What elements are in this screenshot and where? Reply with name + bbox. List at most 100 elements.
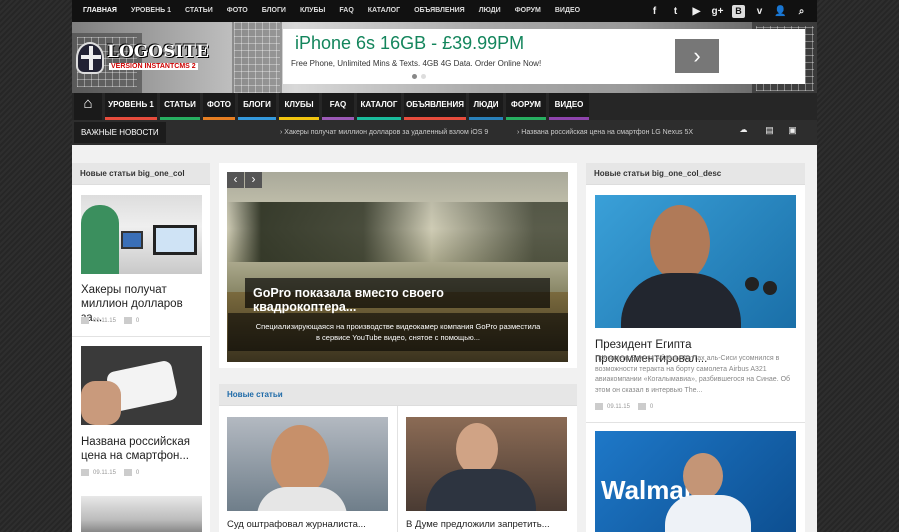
logo-subtitle: VERSION INSTANTCMS 2 bbox=[109, 63, 198, 70]
thumbnail-shape bbox=[121, 231, 143, 249]
article-title[interactable]: Суд оштрафовал журналиста... bbox=[227, 518, 392, 532]
article-title[interactable]: В Думе предложили запретить... bbox=[406, 518, 571, 532]
thumbnail-shape bbox=[683, 453, 723, 499]
thumbnail-shape bbox=[257, 487, 347, 511]
thumbnail-shape bbox=[763, 281, 777, 295]
facebook-icon[interactable]: f bbox=[645, 2, 664, 20]
thumbnail-shape bbox=[81, 205, 119, 274]
ad-arrow-button[interactable]: › bbox=[675, 39, 719, 73]
thumbnail-shape bbox=[456, 423, 498, 475]
thumbnail-shape bbox=[81, 381, 121, 425]
mainnav-level1[interactable]: Уровень 1 bbox=[105, 93, 157, 120]
topnav-catalog[interactable]: Каталог bbox=[361, 0, 407, 22]
mainnav-catalog[interactable]: Каталог bbox=[357, 93, 401, 120]
vk-icon[interactable]: В bbox=[732, 4, 745, 18]
ad-dot[interactable] bbox=[421, 74, 426, 79]
article-thumbnail[interactable] bbox=[595, 195, 796, 328]
mainnav-clubs-label: Клубы bbox=[284, 100, 314, 109]
news-ticker-item[interactable]: › Названа российская цена на смартфон LG… bbox=[517, 120, 693, 145]
mainnav-photo-label: Фото bbox=[207, 100, 231, 109]
center-articles: Новые статьи Суд оштрафовал журналиста..… bbox=[219, 384, 577, 532]
article-comments: 0 bbox=[649, 403, 654, 410]
vimeo-icon[interactable]: v bbox=[750, 2, 769, 20]
ad-banner[interactable]: iPhone 6s 16GB - £39.99PM Free Phone, Un… bbox=[283, 29, 805, 84]
topnav-video[interactable]: Видео bbox=[548, 0, 587, 22]
ad-dot-active[interactable] bbox=[412, 74, 417, 79]
ad-headline[interactable]: iPhone 6s 16GB - £39.99PM bbox=[295, 33, 524, 54]
twitter-icon[interactable]: t bbox=[666, 2, 685, 20]
weather-icon[interactable]: ☁ bbox=[736, 125, 751, 139]
page: Главная Уровень 1 Статьи Фото Блоги Клуб… bbox=[72, 0, 817, 532]
topnav-articles[interactable]: Статьи bbox=[178, 0, 220, 22]
divider bbox=[397, 406, 398, 532]
header-building-windows bbox=[234, 22, 280, 93]
article-comments: 0 bbox=[135, 317, 140, 324]
logo-shield-icon bbox=[76, 42, 104, 74]
slider-controls: ‹ › bbox=[227, 172, 262, 188]
topnav-home[interactable]: Главная bbox=[76, 0, 124, 22]
article-date: 09.11.15 bbox=[93, 469, 116, 476]
topnav-clubs[interactable]: Клубы bbox=[293, 0, 332, 22]
article-date: 09.11.15 bbox=[93, 317, 116, 324]
mainnav-faq[interactable]: FAQ bbox=[322, 93, 354, 120]
thumbnail-shape bbox=[745, 277, 759, 291]
mainnav-articles-label: Статьи bbox=[164, 100, 196, 109]
article-thumbnail[interactable] bbox=[81, 346, 202, 425]
slider-text: Специализирующаяся на производстве видео… bbox=[228, 313, 568, 351]
mainnav-people-label: Люди bbox=[473, 100, 499, 109]
topnav-level1[interactable]: Уровень 1 bbox=[124, 0, 178, 22]
calendar-icon bbox=[81, 469, 89, 476]
home-icon[interactable]: ⌂ bbox=[74, 93, 102, 120]
mainnav-photo[interactable]: Фото bbox=[203, 93, 235, 120]
slider-title[interactable]: GoPro показала вместо своего квадрокопте… bbox=[245, 278, 550, 314]
google-plus-icon[interactable]: g+ bbox=[708, 2, 727, 20]
topnav-forum[interactable]: Форум bbox=[508, 0, 548, 22]
thumbnail-shape bbox=[621, 273, 741, 328]
ad-pagination bbox=[412, 74, 426, 79]
search-icon[interactable]: ⌕ bbox=[792, 2, 811, 20]
topnav-ads[interactable]: Объявления bbox=[407, 0, 472, 22]
film-icon[interactable]: ▣ bbox=[785, 125, 800, 139]
article-thumbnail[interactable] bbox=[227, 417, 388, 511]
mainnav-level1-label: Уровень 1 bbox=[108, 100, 154, 109]
news-ticker-item[interactable]: › Хакеры получат миллион долларов за уда… bbox=[280, 120, 488, 145]
topnav-faq[interactable]: FAQ bbox=[332, 0, 360, 22]
right-column: Новые статьи big_one_col_desc Президент … bbox=[586, 163, 805, 532]
slider-next-button[interactable]: › bbox=[245, 172, 262, 188]
comments-icon bbox=[637, 403, 646, 410]
article-thumbnail[interactable]: Walmar bbox=[595, 431, 796, 532]
user-icon[interactable]: 👤 bbox=[771, 2, 790, 20]
article-thumbnail[interactable] bbox=[406, 417, 567, 511]
article-title[interactable]: Названа российская цена на смартфон... bbox=[81, 435, 205, 463]
comments-icon bbox=[123, 469, 132, 476]
slider-prev-button[interactable]: ‹ bbox=[227, 172, 244, 188]
mainnav-blogs[interactable]: Блоги bbox=[238, 93, 276, 120]
left-column: Новые статьи big_one_col Хакеры получат … bbox=[72, 163, 210, 532]
featured-slider: ‹ › GoPro показала вместо своего квадрок… bbox=[219, 163, 577, 368]
left-column-title: Новые статьи big_one_col bbox=[72, 163, 210, 185]
site-header: LOGOSITE VERSION INSTANTCMS 2 iPhone 6s … bbox=[72, 22, 817, 93]
article-thumbnail[interactable] bbox=[81, 195, 202, 274]
mainnav-clubs[interactable]: Клубы bbox=[279, 93, 319, 120]
breaking-news-label: ВАЖНЫЕ НОВОСТИ bbox=[74, 122, 166, 143]
comments-icon bbox=[123, 317, 132, 324]
calendar-icon bbox=[595, 403, 603, 410]
mainnav-people[interactable]: Люди bbox=[469, 93, 503, 120]
center-articles-title: Новые статьи bbox=[219, 384, 577, 406]
book-icon[interactable]: ▤ bbox=[762, 125, 777, 139]
thumbnail-shape bbox=[426, 469, 536, 511]
mainnav-forum[interactable]: Форум bbox=[506, 93, 546, 120]
mainnav-articles[interactable]: Статьи bbox=[160, 93, 200, 120]
mainnav-video[interactable]: Видео bbox=[549, 93, 589, 120]
mainnav-ads[interactable]: Объявления bbox=[404, 93, 466, 120]
divider bbox=[72, 336, 210, 337]
mainnav-forum-label: Форум bbox=[511, 100, 541, 109]
article-comments: 0 bbox=[135, 469, 140, 476]
site-logo[interactable]: LOGOSITE VERSION INSTANTCMS 2 bbox=[76, 42, 216, 76]
article-thumbnail[interactable] bbox=[81, 496, 202, 532]
youtube-icon[interactable]: ▶ bbox=[687, 2, 706, 20]
topnav-people[interactable]: Люди bbox=[472, 0, 508, 22]
topnav-photo[interactable]: Фото bbox=[220, 0, 255, 22]
content-area: Новые статьи big_one_col Хакеры получат … bbox=[72, 145, 817, 532]
topnav-blogs[interactable]: Блоги bbox=[255, 0, 293, 22]
